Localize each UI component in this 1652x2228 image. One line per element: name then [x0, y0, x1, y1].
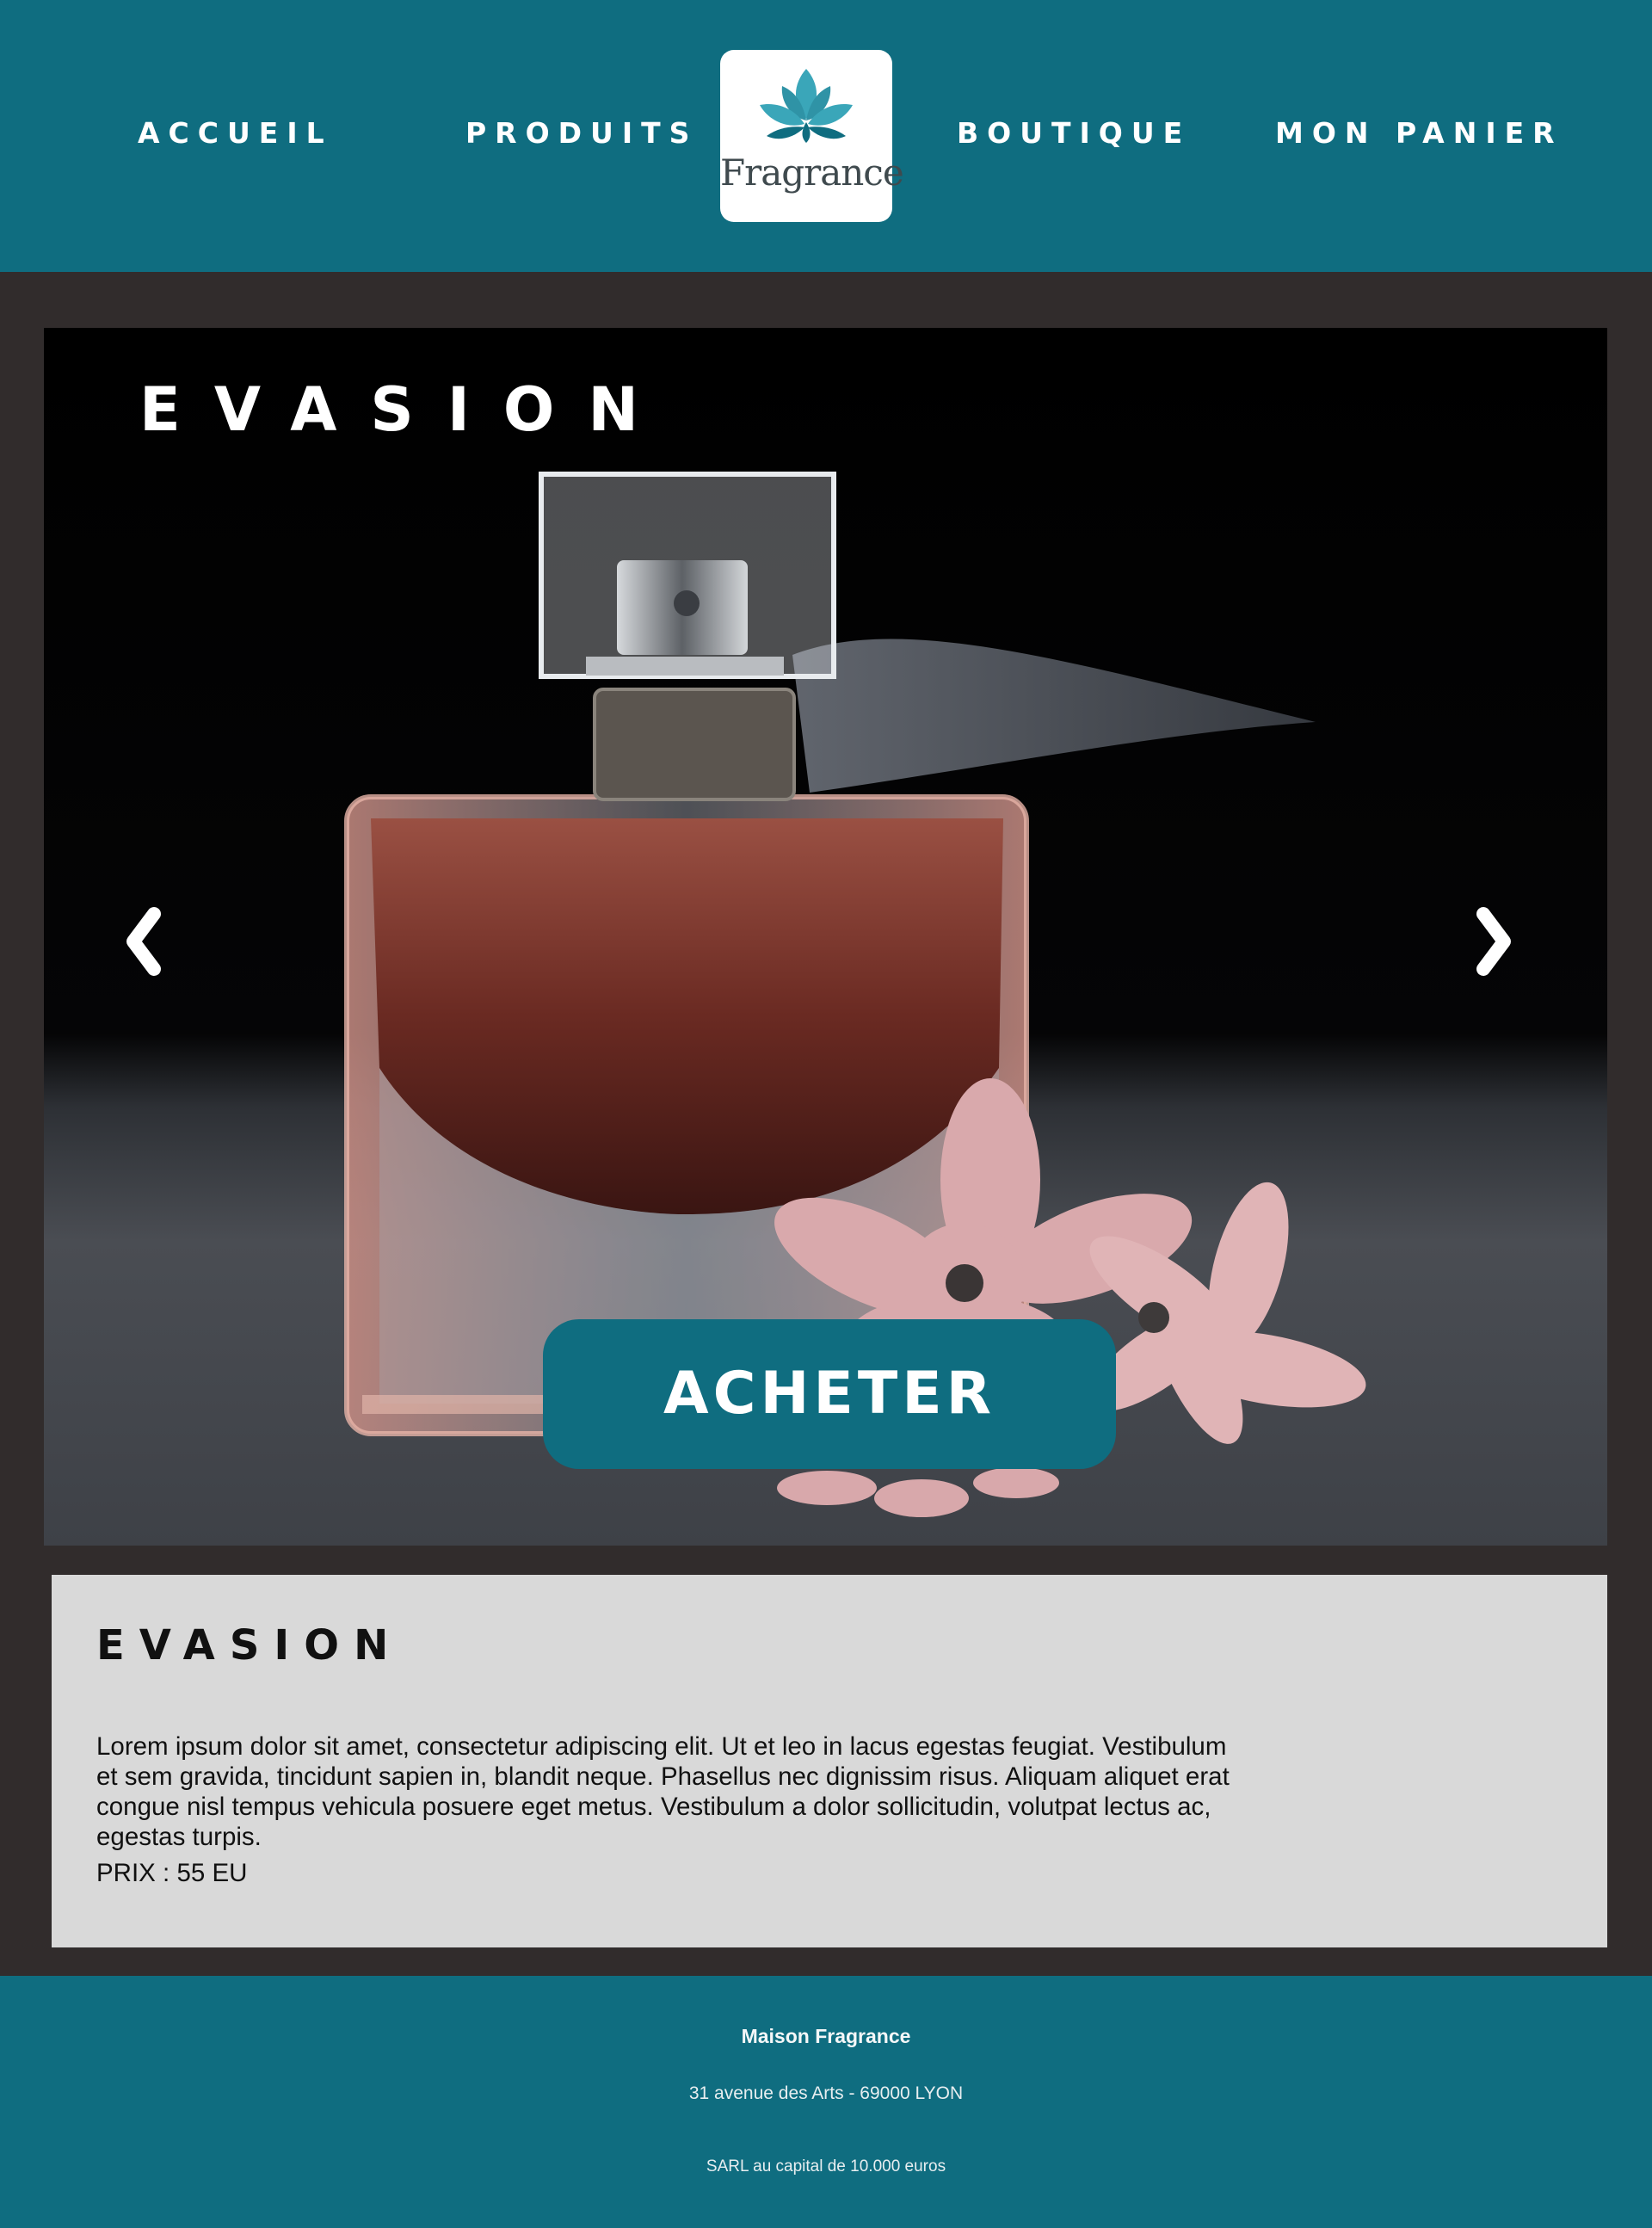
product-description: Lorem ipsum dolor sit amet, consectetur … — [96, 1731, 1230, 1851]
product-title: EVASION — [96, 1621, 404, 1669]
hero-carousel: EVASION ACHETER — [44, 328, 1607, 1546]
footer-legal-notice: SARL au capital de 10.000 euros — [706, 2157, 946, 2176]
footer-company-name: Maison Fragrance — [741, 2025, 911, 2047]
product-description-panel: EVASION Lorem ipsum dolor sit amet, cons… — [52, 1575, 1607, 1947]
chevron-right-icon — [1476, 907, 1511, 976]
site-header: ACCUEIL PRODUITS Fragrance BOUTIQUE MON … — [0, 0, 1652, 272]
hero-title: EVASION — [139, 374, 672, 445]
nav-link-accueil[interactable]: ACCUEIL — [138, 114, 333, 152]
carousel-prev-button[interactable] — [109, 898, 178, 984]
nav-link-mon-panier[interactable]: MON PANIER — [1275, 114, 1563, 152]
carousel-next-button[interactable] — [1459, 898, 1528, 984]
site-logo[interactable]: Fragrance — [720, 50, 904, 222]
logo-wordmark: Fragrance — [720, 151, 904, 194]
nav-link-produits[interactable]: PRODUITS — [465, 114, 698, 152]
site-footer: Maison Fragrance 31 avenue des Arts - 69… — [0, 1976, 1652, 2228]
lotus-icon — [760, 69, 853, 143]
footer-address: 31 avenue des Arts - 69000 LYON — [688, 2083, 964, 2103]
chevron-left-icon — [126, 907, 161, 976]
buy-button[interactable]: ACHETER — [543, 1319, 1116, 1469]
nav-link-boutique[interactable]: BOUTIQUE — [957, 114, 1191, 152]
product-price: PRIX : 55 EU — [96, 1859, 248, 1887]
